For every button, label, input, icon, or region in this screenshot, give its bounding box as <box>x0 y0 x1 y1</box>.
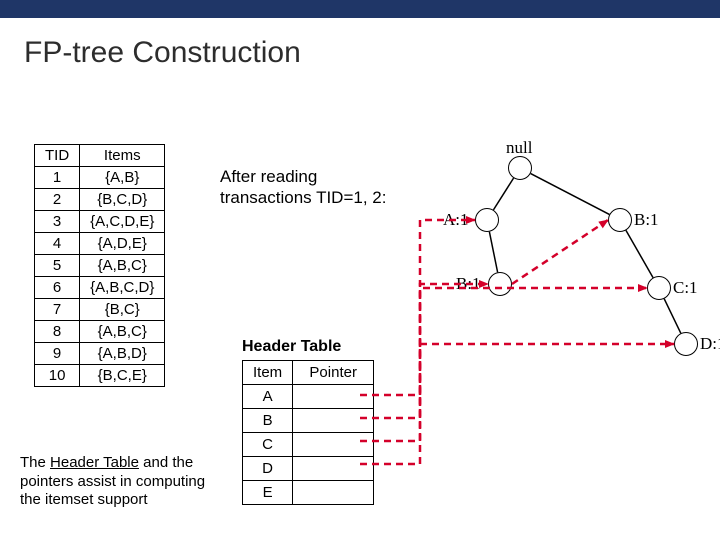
tree-node-label: C:1 <box>673 278 698 298</box>
after-reading-caption: After reading transactions TID=1, 2: <box>220 166 386 209</box>
table-row: 7{B,C} <box>35 299 165 321</box>
table-cell: 10 <box>35 365 80 387</box>
tree-node <box>647 276 671 300</box>
slide-title: FP-tree Construction <box>24 36 301 70</box>
table-row: E <box>243 481 374 505</box>
table-cell: {A,B,C} <box>80 321 165 343</box>
footnote-underlined: Header Table <box>50 454 139 471</box>
tree-node-label: B:1 <box>634 210 659 230</box>
footnote-pre: The <box>20 454 50 471</box>
caption-line2: transactions TID=1, 2: <box>220 188 386 207</box>
table-row: A <box>243 385 374 409</box>
table-cell: 6 <box>35 277 80 299</box>
col-item: Item <box>243 361 293 385</box>
table-cell: E <box>243 481 293 505</box>
tree-node <box>608 208 632 232</box>
tree-node <box>674 332 698 356</box>
table-cell: {A,C,D,E} <box>80 211 165 233</box>
table-cell: {B,C,E} <box>80 365 165 387</box>
tree-node <box>488 272 512 296</box>
pointer-cell <box>293 457 374 481</box>
table-cell: D <box>243 457 293 481</box>
pointer-cell <box>293 481 374 505</box>
table-row: 10{B,C,E} <box>35 365 165 387</box>
col-tid: TID <box>35 145 80 167</box>
table-cell: 2 <box>35 189 80 211</box>
table-cell: A <box>243 385 293 409</box>
table-cell: {B,C,D} <box>80 189 165 211</box>
pointer-cell <box>293 409 374 433</box>
tree-node-label: B:1 <box>456 274 481 294</box>
table-cell: {A,B,C,D} <box>80 277 165 299</box>
table-row: C <box>243 433 374 457</box>
table-cell: 1 <box>35 167 80 189</box>
pointer-cell <box>293 433 374 457</box>
table-row: B <box>243 409 374 433</box>
table-row: 2{B,C,D} <box>35 189 165 211</box>
pointer-cell <box>293 385 374 409</box>
transactions-table: TID Items 1{A,B}2{B,C,D}3{A,C,D,E}4{A,D,… <box>34 144 165 387</box>
table-cell: 9 <box>35 343 80 365</box>
table-cell: C <box>243 433 293 457</box>
table-cell: {B,C} <box>80 299 165 321</box>
table-cell: 7 <box>35 299 80 321</box>
footnote: The Header Table and the pointers assist… <box>20 454 220 510</box>
table-cell: 4 <box>35 233 80 255</box>
table-cell: {A,B} <box>80 167 165 189</box>
table-cell: 3 <box>35 211 80 233</box>
header-table-title: Header Table <box>242 338 341 356</box>
table-row: 1{A,B} <box>35 167 165 189</box>
table-row: 6{A,B,C,D} <box>35 277 165 299</box>
table-cell: 5 <box>35 255 80 277</box>
table-cell: 8 <box>35 321 80 343</box>
tree-node <box>508 156 532 180</box>
col-pointer: Pointer <box>293 361 374 385</box>
table-row: 3{A,C,D,E} <box>35 211 165 233</box>
table-cell: {A,B,C} <box>80 255 165 277</box>
col-items: Items <box>80 145 165 167</box>
table-cell: {A,B,D} <box>80 343 165 365</box>
table-cell: {A,D,E} <box>80 233 165 255</box>
table-row: D <box>243 457 374 481</box>
table-row: 9{A,B,D} <box>35 343 165 365</box>
tree-node-label: D:1 <box>700 334 720 354</box>
table-cell: B <box>243 409 293 433</box>
tree-node-label: A:1 <box>443 210 469 230</box>
slide-top-bar <box>0 0 720 18</box>
caption-line1: After reading <box>220 167 317 186</box>
tree-node <box>475 208 499 232</box>
tree-node-label: null <box>506 138 532 158</box>
table-row: 8{A,B,C} <box>35 321 165 343</box>
table-header-row: TID Items <box>35 145 165 167</box>
table-row: 4{A,D,E} <box>35 233 165 255</box>
table-header-row: Item Pointer <box>243 361 374 385</box>
header-table: Item Pointer ABCDE <box>242 360 374 505</box>
table-row: 5{A,B,C} <box>35 255 165 277</box>
